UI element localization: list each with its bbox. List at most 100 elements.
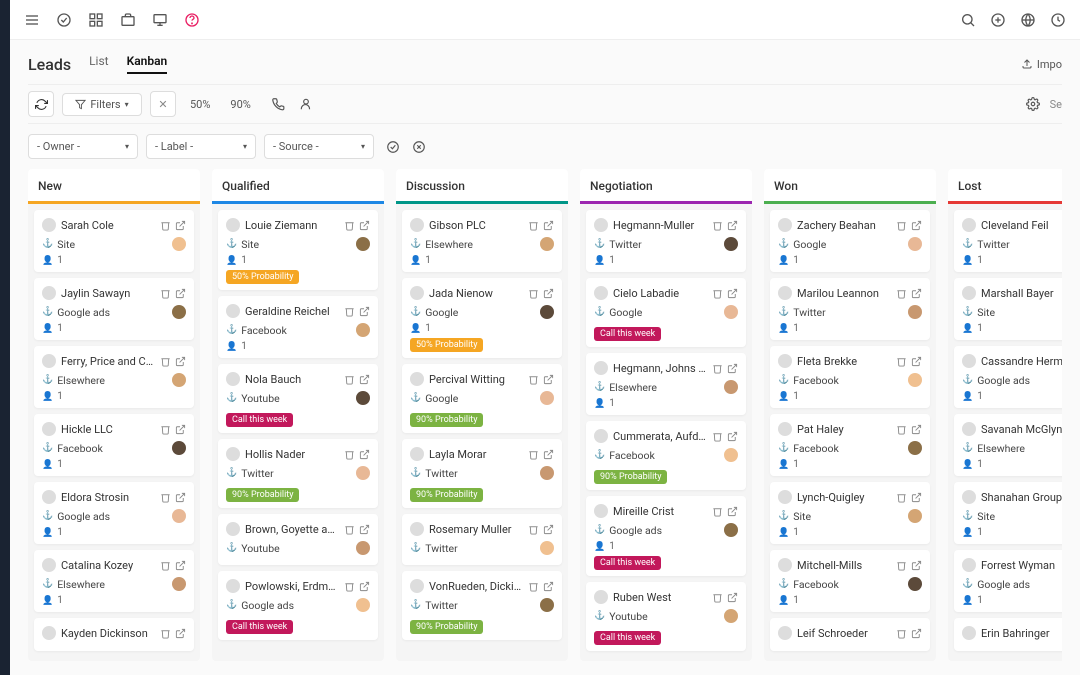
delete-icon[interactable] <box>896 356 907 367</box>
open-icon[interactable] <box>911 220 922 231</box>
delete-icon[interactable] <box>712 592 723 603</box>
close-filter-button[interactable]: ✕ <box>150 91 176 117</box>
open-icon[interactable] <box>727 363 738 374</box>
grid-icon[interactable] <box>88 12 104 28</box>
lead-card[interactable]: Catalina Kozey⚓Elsewhere👤1 <box>34 550 194 612</box>
open-icon[interactable] <box>911 424 922 435</box>
lead-card[interactable]: Erin Bahringer <box>954 618 1062 651</box>
briefcase-icon[interactable] <box>120 12 136 28</box>
lead-card[interactable]: Leif Schroeder <box>770 618 930 651</box>
open-icon[interactable] <box>543 374 554 385</box>
open-icon[interactable] <box>175 628 186 639</box>
delete-icon[interactable] <box>896 220 907 231</box>
pct-90[interactable]: 90% <box>224 94 256 115</box>
label-select[interactable]: - Label -▾ <box>146 134 256 159</box>
lead-card[interactable]: Marilou Leannon⚓Twitter👤1 <box>770 278 930 340</box>
clear-icon[interactable] <box>412 139 426 155</box>
open-icon[interactable] <box>359 524 370 535</box>
help-icon[interactable] <box>184 12 200 28</box>
delete-icon[interactable] <box>896 560 907 571</box>
delete-icon[interactable] <box>160 560 171 571</box>
delete-icon[interactable] <box>712 506 723 517</box>
lead-card[interactable]: Shanahan Group⚓Site👤1 <box>954 482 1062 544</box>
lead-card[interactable]: Ferry, Price and Carter⚓Elsewhere👤1 <box>34 346 194 408</box>
open-icon[interactable] <box>727 288 738 299</box>
check-circle-icon[interactable] <box>56 12 72 28</box>
lead-card[interactable]: Layla Morar⚓Twitter90% Probability <box>402 439 562 508</box>
lead-card[interactable]: Fleta Brekke⚓Facebook👤1 <box>770 346 930 408</box>
delete-icon[interactable] <box>528 449 539 460</box>
lead-card[interactable]: Zachery Beahan⚓Google👤1 <box>770 210 930 272</box>
lead-card[interactable]: Hickle LLC⚓Facebook👤1 <box>34 414 194 476</box>
monitor-icon[interactable] <box>152 12 168 28</box>
open-icon[interactable] <box>727 506 738 517</box>
refresh-button[interactable] <box>28 91 54 117</box>
open-icon[interactable] <box>727 220 738 231</box>
open-icon[interactable] <box>359 374 370 385</box>
phone-icon[interactable] <box>271 96 285 112</box>
lead-card[interactable]: Marshall Bayer⚓Site👤1 <box>954 278 1062 340</box>
lead-card[interactable]: Gibson PLC⚓Elsewhere👤1 <box>402 210 562 272</box>
open-icon[interactable] <box>543 449 554 460</box>
open-icon[interactable] <box>543 581 554 592</box>
settings-icon[interactable] <box>1026 96 1040 112</box>
lead-card[interactable]: Percival Witting⚓Google90% Probability <box>402 364 562 433</box>
lead-card[interactable]: Nola Bauch⚓YoutubeCall this week <box>218 364 378 433</box>
delete-icon[interactable] <box>712 363 723 374</box>
lead-card[interactable]: Jaylin Sawayn⚓Google ads👤1 <box>34 278 194 340</box>
delete-icon[interactable] <box>344 524 355 535</box>
open-icon[interactable] <box>359 449 370 460</box>
lead-card[interactable]: Rosemary Muller⚓Twitter <box>402 514 562 565</box>
lead-card[interactable]: Sarah Cole⚓Site👤1 <box>34 210 194 272</box>
search-text[interactable]: Se <box>1050 98 1062 111</box>
open-icon[interactable] <box>543 524 554 535</box>
open-icon[interactable] <box>911 492 922 503</box>
user-icon[interactable] <box>299 96 313 112</box>
lead-card[interactable]: Mireille Crist⚓Google ads👤1Call this wee… <box>586 496 746 576</box>
lead-card[interactable]: Kayden Dickinson <box>34 618 194 651</box>
lead-card[interactable]: Powlowski, Erdman and Wilderman⚓Google a… <box>218 571 378 640</box>
lead-card[interactable]: VonRueden, Dickinson and Macejkovic⚓Twit… <box>402 571 562 640</box>
open-icon[interactable] <box>175 560 186 571</box>
delete-icon[interactable] <box>160 288 171 299</box>
search-icon[interactable] <box>960 12 976 28</box>
open-icon[interactable] <box>175 356 186 367</box>
menu-icon[interactable] <box>24 12 40 28</box>
delete-icon[interactable] <box>344 220 355 231</box>
open-icon[interactable] <box>175 424 186 435</box>
open-icon[interactable] <box>911 288 922 299</box>
open-icon[interactable] <box>727 592 738 603</box>
lead-card[interactable]: Savanah McGlynn⚓Elsewhere👤1 <box>954 414 1062 476</box>
delete-icon[interactable] <box>344 449 355 460</box>
apply-icon[interactable] <box>386 139 400 155</box>
open-icon[interactable] <box>359 581 370 592</box>
open-icon[interactable] <box>911 560 922 571</box>
plus-circle-icon[interactable] <box>990 12 1006 28</box>
open-icon[interactable] <box>359 306 370 317</box>
open-icon[interactable] <box>543 288 554 299</box>
delete-icon[interactable] <box>528 288 539 299</box>
delete-icon[interactable] <box>160 492 171 503</box>
import-button[interactable]: Impo <box>1021 58 1062 71</box>
delete-icon[interactable] <box>344 374 355 385</box>
lead-card[interactable]: Louie Ziemann⚓Site👤150% Probability <box>218 210 378 290</box>
lead-card[interactable]: Hollis Nader⚓Twitter90% Probability <box>218 439 378 508</box>
open-icon[interactable] <box>911 356 922 367</box>
lead-card[interactable]: Brown, Goyette and Gusikowski⚓Youtube <box>218 514 378 565</box>
source-select[interactable]: - Source -▾ <box>264 134 374 159</box>
lead-card[interactable]: Cummerata, Aufderhar and Bergnaum⚓Facebo… <box>586 421 746 490</box>
globe-icon[interactable] <box>1020 12 1036 28</box>
filters-button[interactable]: Filters ▾ <box>62 93 142 116</box>
lead-card[interactable]: Eldora Strosin⚓Google ads👤1 <box>34 482 194 544</box>
open-icon[interactable] <box>911 628 922 639</box>
open-icon[interactable] <box>175 220 186 231</box>
delete-icon[interactable] <box>160 628 171 639</box>
lead-card[interactable]: Jada Nienow⚓Google👤150% Probability <box>402 278 562 358</box>
lead-card[interactable]: Cleveland Feil⚓Twitter👤1 <box>954 210 1062 272</box>
lead-card[interactable]: Ruben West⚓YoutubeCall this week <box>586 582 746 651</box>
owner-select[interactable]: - Owner -▾ <box>28 134 138 159</box>
delete-icon[interactable] <box>528 581 539 592</box>
open-icon[interactable] <box>543 220 554 231</box>
clock-icon[interactable] <box>1050 12 1066 28</box>
open-icon[interactable] <box>727 431 738 442</box>
